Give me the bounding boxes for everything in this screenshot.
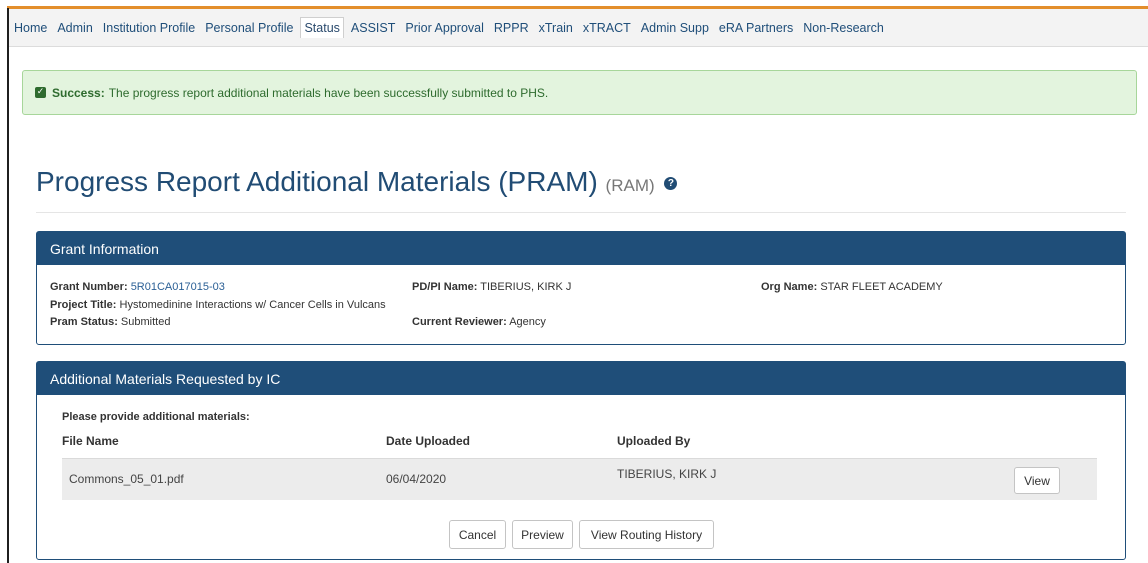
grant-number-field: Grant Number: 5R01CA017015-03 <box>50 281 225 293</box>
question-circle-icon[interactable]: ? <box>664 177 678 191</box>
pram-status-value: Submitted <box>120 316 171 328</box>
grant-information-body: Grant Number: 5R01CA017015-03 PD/PI Name… <box>37 265 1125 345</box>
nav-era-partners[interactable]: eRA Partners <box>716 17 796 39</box>
title-divider <box>36 212 1126 213</box>
pdpi-label: PD/PI Name: <box>412 281 478 293</box>
materials-prompt: Please provide additional materials: <box>62 411 250 423</box>
column-header-date-uploaded: Date Uploaded <box>386 434 471 448</box>
nav-xtrain[interactable]: xTrain <box>536 17 576 39</box>
view-button[interactable]: View <box>1014 467 1060 494</box>
project-title-field: Project Title: Hystomedinine Interaction… <box>50 299 386 311</box>
project-title-value: Hystomedinine Interactions w/ Cancer Cel… <box>119 299 386 311</box>
nav-non-research[interactable]: Non-Research <box>800 17 887 39</box>
nav-home[interactable]: Home <box>11 17 50 39</box>
nav-prior-approval[interactable]: Prior Approval <box>402 17 487 39</box>
view-routing-history-button[interactable]: View Routing History <box>579 520 714 549</box>
pram-status-field: Pram Status: Submitted <box>50 316 170 328</box>
checkbox-check-icon: ✓ <box>35 87 46 98</box>
org-field: Org Name: STAR FLEET ACADEMY <box>761 281 943 293</box>
nav-assist[interactable]: ASSIST <box>348 17 398 39</box>
reviewer-label: Current Reviewer: <box>412 316 507 328</box>
date-uploaded-cell: 06/04/2020 <box>386 472 447 486</box>
alert-message: The progress report additional materials… <box>108 85 549 100</box>
nav-admin[interactable]: Admin <box>54 17 95 39</box>
nav-xtract[interactable]: xTRACT <box>580 17 634 39</box>
nav-admin-supp[interactable]: Admin Supp <box>638 17 712 39</box>
project-title-label: Project Title: <box>50 299 117 311</box>
grant-number-link[interactable]: 5R01CA017015-03 <box>131 281 225 293</box>
column-header-file-name: File Name <box>62 434 119 448</box>
page-title-text: Progress Report Additional Materials (PR… <box>36 166 598 197</box>
pdpi-value: TIBERIUS, KIRK J <box>480 281 572 293</box>
pram-status-label: Pram Status: <box>50 316 118 328</box>
grant-information-panel: Grant Information Grant Number: 5R01CA01… <box>36 231 1126 345</box>
reviewer-field: Current Reviewer: Agency <box>412 316 546 328</box>
uploaded-by-cell: TIBERIUS, KIRK J <box>617 467 717 481</box>
grant-number-label: Grant Number: <box>50 281 128 293</box>
cancel-button[interactable]: Cancel <box>449 520 506 549</box>
top-navigation: Home Admin Institution Profile Personal … <box>9 9 1148 47</box>
org-value: STAR FLEET ACADEMY <box>820 281 943 293</box>
nav-status[interactable]: Status <box>300 17 344 38</box>
page-title: Progress Report Additional Materials (PR… <box>36 166 678 198</box>
success-alert: ✓ Success: The progress report additiona… <box>22 70 1137 115</box>
pdpi-field: PD/PI Name: TIBERIUS, KIRK J <box>412 281 571 293</box>
preview-button[interactable]: Preview <box>512 520 573 549</box>
page-subtitle: (RAM) <box>605 176 655 195</box>
org-label: Org Name: <box>761 281 818 293</box>
nav-rppr[interactable]: RPPR <box>491 17 532 39</box>
file-name-cell: Commons_05_01.pdf <box>69 472 184 486</box>
nav-institution-profile[interactable]: Institution Profile <box>100 17 198 39</box>
window-left-border <box>7 8 9 563</box>
table-row: Commons_05_01.pdf 06/04/2020 TIBERIUS, K… <box>62 458 1097 500</box>
reviewer-value: Agency <box>509 316 546 328</box>
additional-materials-heading: Additional Materials Requested by IC <box>37 362 1125 395</box>
grant-information-heading: Grant Information <box>37 232 1125 265</box>
alert-label: Success: <box>52 85 105 100</box>
column-header-uploaded-by: Uploaded By <box>617 434 691 448</box>
nav-personal-profile[interactable]: Personal Profile <box>202 17 296 39</box>
